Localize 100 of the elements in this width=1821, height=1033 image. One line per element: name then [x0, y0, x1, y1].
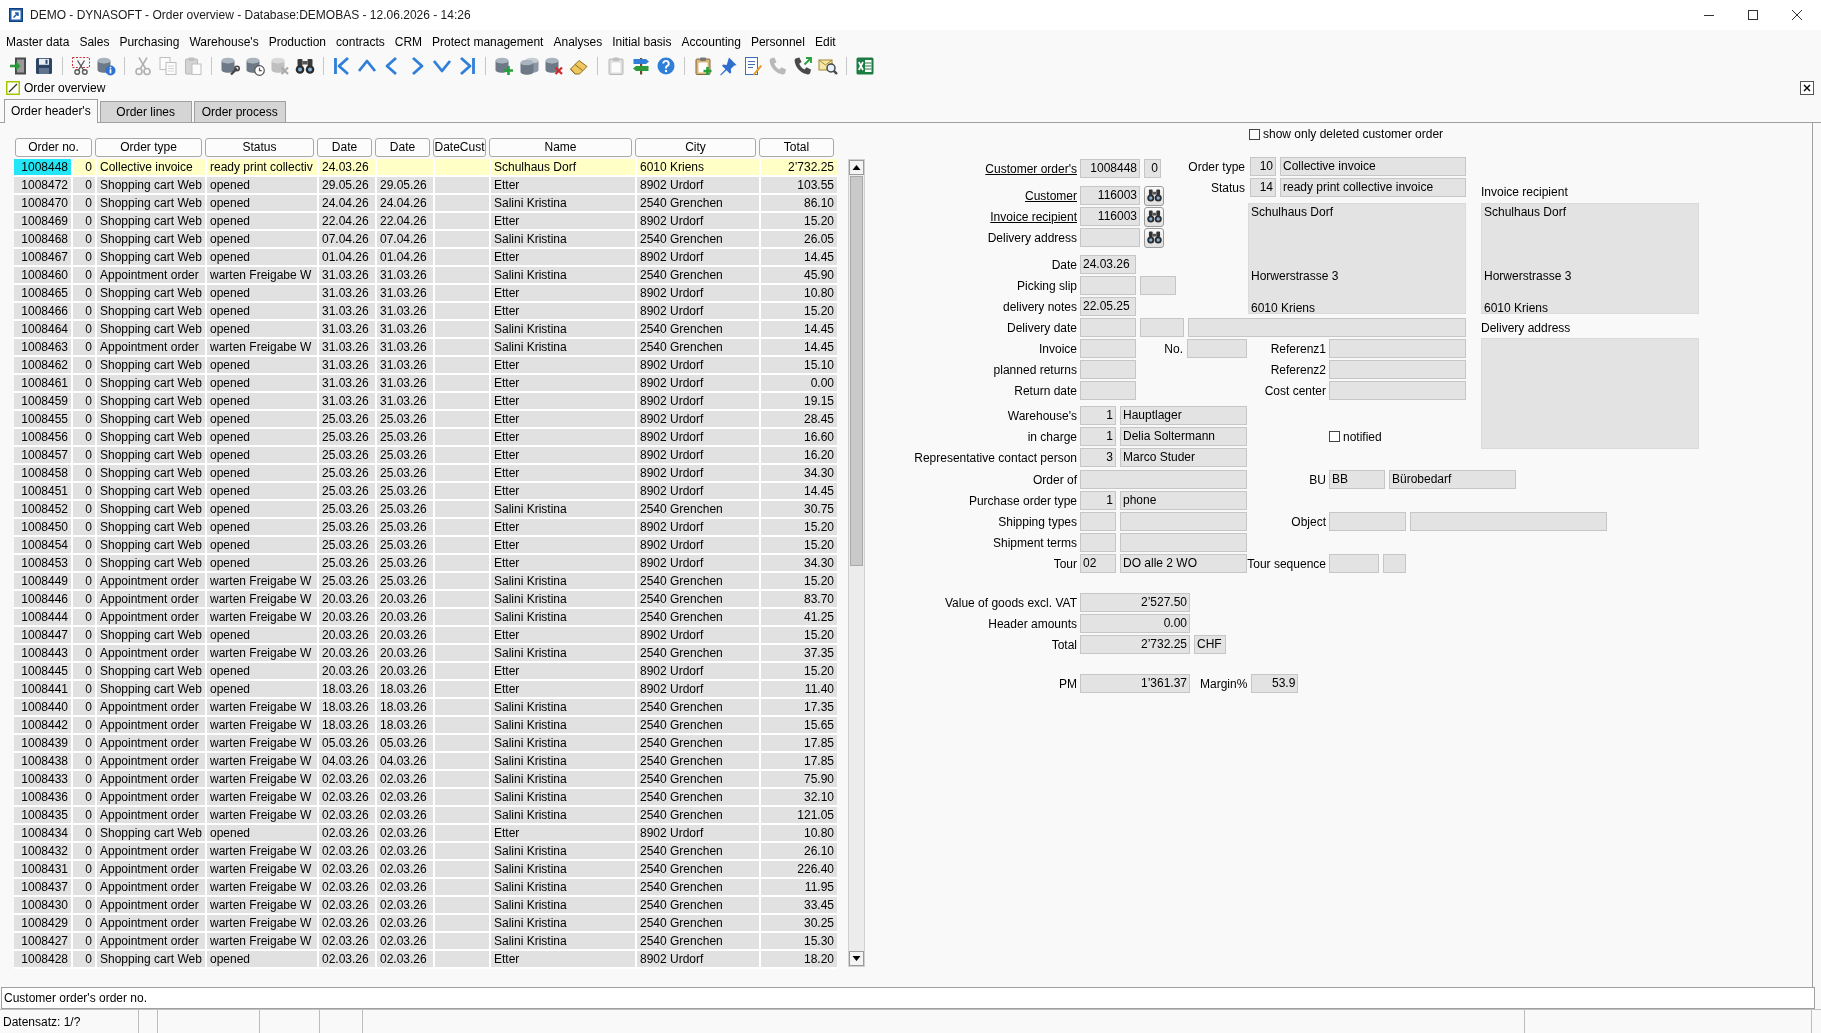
binoculars-button[interactable]	[1144, 227, 1164, 248]
database-info-icon[interactable]	[96, 55, 116, 76]
scroll-down-icon[interactable]	[849, 951, 864, 966]
tab[interactable]: Order lines	[99, 101, 192, 122]
table-row[interactable]: 1008457 0 Shopping cart Web opened 25.03.26 25.03.26 Etter 8902 Urdorf 16.20	[14, 447, 837, 463]
table-row[interactable]: 1008428 0 Shopping cart Web opened 02.03.26 02.03.26 Etter 8902 Urdorf 18.20	[14, 951, 837, 967]
table-row[interactable]: 1008436 0 Appointment order warten Freigabe W 02.03.26 02.03.26 Salini Kristina 2540 Grenchen 32.10	[14, 789, 837, 805]
database-clock-icon[interactable]	[245, 55, 265, 76]
close-icon[interactable]	[1792, 10, 1802, 20]
table-row[interactable]: 1008468 0 Shopping cart Web opened 07.04.26 07.04.26 Salini Kristina 2540 Grenchen 26.05	[14, 231, 837, 247]
text-field[interactable]: 116003	[1080, 186, 1140, 205]
menu-item[interactable]: Sales	[74, 33, 115, 50]
text-field[interactable]: ready print collective invoice	[1280, 178, 1466, 197]
text-field[interactable]: BB	[1329, 470, 1385, 489]
table-row[interactable]: 1008444 0 Appointment order warten Freigabe W 20.03.26 20.03.26 Salini Kristina 2540 Grenchen 41.25	[14, 609, 837, 625]
table-row[interactable]: 1008446 0 Appointment order warten Freigabe W 20.03.26 20.03.26 Salini Kristina 2540 Grenchen 83.70	[14, 591, 837, 607]
table-row[interactable]: 1008434 0 Shopping cart Web opened 02.03.26 02.03.26 Etter 8902 Urdorf 10.80	[14, 825, 837, 841]
text-field[interactable]	[1120, 512, 1247, 531]
tab[interactable]: Order process	[193, 101, 286, 122]
column-header[interactable]: Name	[489, 138, 632, 157]
table-row[interactable]: 1008453 0 Shopping cart Web opened 25.03.26 25.03.26 Etter 8902 Urdorf 34.30	[14, 555, 837, 571]
text-field[interactable]	[1080, 339, 1136, 358]
save-icon[interactable]	[34, 55, 54, 76]
menu-item[interactable]: CRM	[389, 33, 428, 50]
column-header[interactable]: Order no.	[15, 138, 92, 157]
address-field[interactable]: Schulhaus Dorf Horwerstrasse 3 6010 Kriens	[1481, 203, 1699, 314]
menu-item[interactable]: Warehouse's	[184, 33, 264, 50]
field-link[interactable]: Invoice recipient	[990, 209, 1077, 224]
table-row[interactable]: 1008442 0 Appointment order warten Freigabe W 18.03.26 18.03.26 Salini Kristina 2540 Grenchen 15.65	[14, 717, 837, 733]
menu-item[interactable]: Personnel	[745, 33, 810, 50]
door-arrow-icon[interactable]	[9, 55, 29, 76]
text-field[interactable]: 116003	[1080, 207, 1140, 226]
text-field[interactable]	[1410, 512, 1607, 531]
menu-item[interactable]: Protect management	[427, 33, 549, 50]
table-row[interactable]: 1008455 0 Shopping cart Web opened 25.03.26 25.03.26 Etter 8902 Urdorf 28.45	[14, 411, 837, 427]
scissors-frame-icon[interactable]	[71, 55, 91, 76]
text-field[interactable]: 02	[1080, 554, 1116, 573]
text-field[interactable]: 1	[1080, 491, 1116, 510]
column-header[interactable]: Total	[759, 138, 834, 157]
column-header[interactable]: Order type	[95, 138, 202, 157]
menu-item[interactable]: Initial basis	[607, 33, 677, 50]
text-field[interactable]	[1080, 512, 1116, 531]
table-row[interactable]: 1008441 0 Shopping cart Web opened 18.03.26 18.03.26 Etter 8902 Urdorf 11.40	[14, 681, 837, 697]
table-row[interactable]: 1008433 0 Appointment order warten Freigabe W 02.03.26 02.03.26 Salini Kristina 2540 Grenchen 75.90	[14, 771, 837, 787]
table-row[interactable]: 1008463 0 Appointment order warten Freigabe W 31.03.26 31.03.26 Salini Kristina 2540 Grenchen 14.45	[14, 339, 837, 355]
text-field[interactable]: 2’527.50	[1080, 593, 1190, 612]
signpost-icon[interactable]	[631, 55, 651, 76]
text-field[interactable]	[1329, 554, 1379, 573]
table-row[interactable]: 1008447 0 Shopping cart Web opened 20.03.26 20.03.26 Etter 8902 Urdorf 15.20	[14, 627, 837, 643]
table-row[interactable]: 1008461 0 Shopping cart Web opened 31.03.26 31.03.26 Etter 8902 Urdorf 0.00	[14, 375, 837, 391]
table-row[interactable]: 1008458 0 Shopping cart Web opened 25.03.26 25.03.26 Etter 8902 Urdorf 34.30	[14, 465, 837, 481]
table-row[interactable]: 1008448 0 Collective invoice ready print collectiv 24.03.26 Schulhaus Dorf 6010 Kriens 2’732.25	[14, 159, 837, 175]
table-row[interactable]: 1008440 0 Appointment order warten Freigabe W 18.03.26 18.03.26 Salini Kristina 2540 Grenchen 17.35	[14, 699, 837, 715]
field-link[interactable]: Customer order's	[985, 161, 1077, 176]
text-field[interactable]	[1188, 318, 1466, 337]
text-field[interactable]: 3	[1080, 448, 1116, 467]
table-row[interactable]: 1008454 0 Shopping cart Web opened 25.03.26 25.03.26 Etter 8902 Urdorf 15.20	[14, 537, 837, 553]
text-field[interactable]	[1080, 533, 1116, 552]
text-field[interactable]: 2’732.25	[1080, 635, 1190, 654]
text-field[interactable]: CHF	[1194, 635, 1226, 654]
text-field[interactable]	[1080, 318, 1136, 337]
table-row[interactable]: 1008431 0 Appointment order warten Freigabe W 02.03.26 02.03.26 Salini Kristina 2540 Grenchen 226.40	[14, 861, 837, 877]
table-row[interactable]: 1008469 0 Shopping cart Web opened 22.04.26 22.04.26 Etter 8902 Urdorf 15.20	[14, 213, 837, 229]
table-row[interactable]: 1008472 0 Shopping cart Web opened 29.05.26 29.05.26 Etter 8902 Urdorf 103.55	[14, 177, 837, 193]
text-field[interactable]	[1080, 360, 1136, 379]
column-header[interactable]: Date	[317, 138, 372, 157]
scrollbar[interactable]	[848, 159, 865, 967]
text-field[interactable]	[1329, 360, 1466, 379]
text-field[interactable]: 53.9	[1251, 674, 1299, 693]
text-field[interactable]: 1’361.37	[1080, 674, 1190, 693]
column-header[interactable]: City	[635, 138, 756, 157]
menu-item[interactable]: contracts	[331, 33, 390, 50]
text-field[interactable]: Bürobedarf	[1389, 470, 1516, 489]
table-row[interactable]: 1008432 0 Appointment order warten Freigabe W 02.03.26 02.03.26 Salini Kristina 2540 Grenchen 26.10	[14, 843, 837, 859]
table-row[interactable]: 1008427 0 Appointment order warten Freigabe W 02.03.26 02.03.26 Salini Kristina 2540 Grenchen 15.30	[14, 933, 837, 949]
text-field[interactable]: 1008448	[1080, 159, 1140, 178]
column-header[interactable]: Status	[205, 138, 314, 157]
text-field[interactable]	[1383, 554, 1406, 573]
table-row[interactable]: 1008462 0 Shopping cart Web opened 31.03.26 31.03.26 Etter 8902 Urdorf 15.10	[14, 357, 837, 373]
notepad-pencil-icon[interactable]	[743, 55, 763, 76]
text-field[interactable]: Marco Studer	[1120, 448, 1247, 467]
address-field[interactable]	[1481, 338, 1699, 449]
table-row[interactable]: 1008470 0 Shopping cart Web opened 24.04.26 24.04.26 Salini Kristina 2540 Grenchen 86.10	[14, 195, 837, 211]
tab[interactable]: Order header's	[4, 99, 98, 123]
pushpin-icon[interactable]	[718, 55, 738, 76]
table-row[interactable]: 1008443 0 Appointment order warten Freigabe W 20.03.26 20.03.26 Salini Kristina 2540 Grenchen 37.35	[14, 645, 837, 661]
table-row[interactable]: 1008435 0 Appointment order warten Freigabe W 02.03.26 02.03.26 Salini Kristina 2540 Grenchen 121.05	[14, 807, 837, 823]
help-icon[interactable]	[656, 55, 676, 76]
scroll-up-icon[interactable]	[849, 160, 864, 175]
minimize-icon[interactable]	[1704, 14, 1714, 16]
table-row[interactable]: 1008437 0 Appointment order warten Freigabe W 02.03.26 02.03.26 Salini Kristina 2540 Grenchen 11.95	[14, 879, 837, 895]
table-row[interactable]: 1008464 0 Shopping cart Web opened 31.03.26 31.03.26 Salini Kristina 2540 Grenchen 14.45	[14, 321, 837, 337]
table-row[interactable]: 1008459 0 Shopping cart Web opened 31.03.26 31.03.26 Etter 8902 Urdorf 19.15	[14, 393, 837, 409]
text-field[interactable]	[1187, 339, 1247, 358]
text-field[interactable]	[1120, 533, 1247, 552]
table-row[interactable]: 1008460 0 Appointment order warten Freigabe W 31.03.26 31.03.26 Salini Kristina 2540 Grenchen 45.90	[14, 267, 837, 283]
text-field[interactable]: 1	[1080, 427, 1116, 446]
phone-arrow-icon[interactable]	[793, 55, 813, 76]
checkbox[interactable]	[1249, 128, 1260, 140]
menu-item[interactable]: Accounting	[676, 33, 746, 50]
